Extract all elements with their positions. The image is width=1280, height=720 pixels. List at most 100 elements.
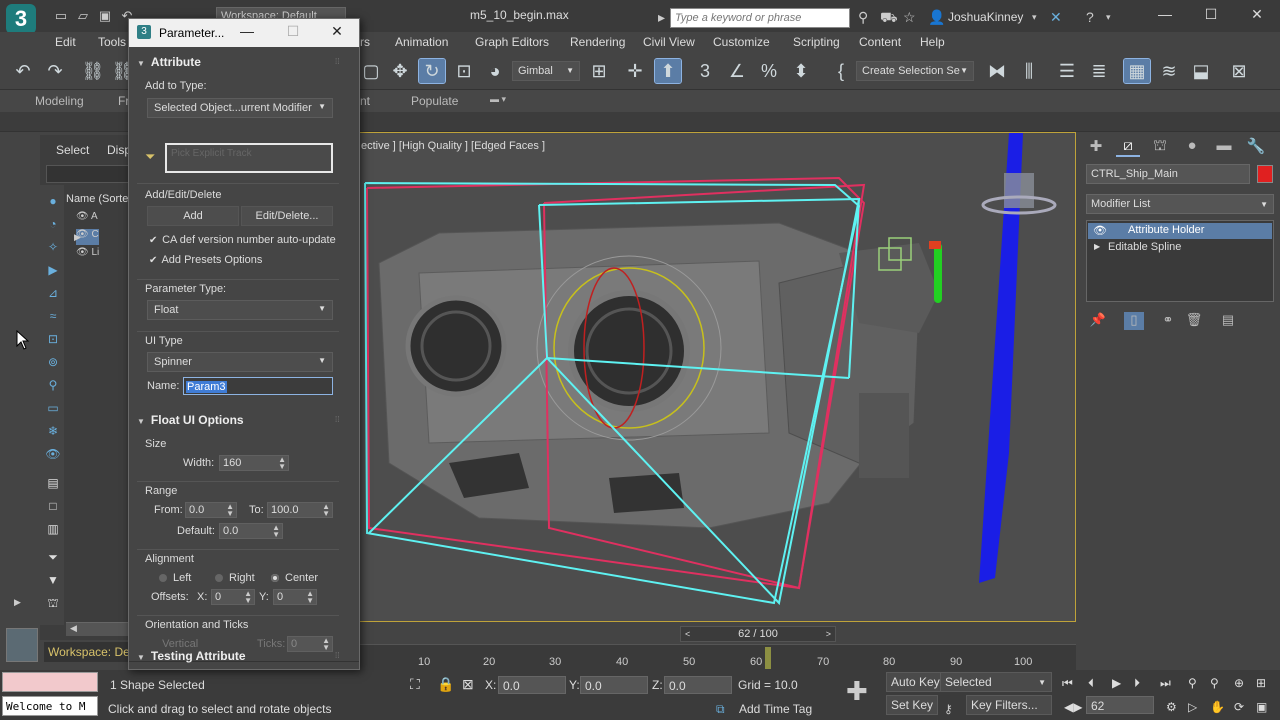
explorer-search-input[interactable] <box>46 165 130 183</box>
app-logo[interactable]: 3 <box>6 4 36 34</box>
key-icon[interactable]: ⚷ <box>944 702 953 716</box>
star-icon[interactable]: ☆ <box>903 9 916 26</box>
keyboard-shortcut-override-icon[interactable]: ⬆ <box>654 58 682 84</box>
create-tab-icon[interactable]: ✚ <box>1084 137 1108 157</box>
select-region-icon[interactable]: ▢ <box>358 59 384 83</box>
offset-y-spinner[interactable]: 0 ▲ ▼ <box>273 589 317 605</box>
explorer-tab-select[interactable]: Select <box>56 143 89 157</box>
pin-stack-icon[interactable]: 📌 <box>1088 312 1108 330</box>
z-coordinate-field[interactable]: 0.0 <box>664 676 732 694</box>
move-icon[interactable]: ✥ <box>387 59 413 83</box>
save-icon[interactable]: ▣ <box>96 8 114 24</box>
layer-explorer-icon[interactable]: ≣ <box>1086 59 1112 83</box>
container-icon[interactable]: ⛫ <box>45 595 61 611</box>
named-selection-icon[interactable]: { <box>828 59 854 83</box>
curve-editor-icon[interactable]: ≋ <box>1156 59 1182 83</box>
show-end-result-icon[interactable]: ▯ <box>1124 312 1144 330</box>
align-icon[interactable]: ⫼ <box>1016 59 1042 83</box>
modifier-list-dropdown[interactable]: Modifier List ▼ <box>1086 194 1274 214</box>
goto-end-icon[interactable]: ⏭ <box>1160 676 1171 691</box>
group-filter-icon[interactable]: ⊡ <box>45 331 61 347</box>
object-color-swatch[interactable] <box>1257 165 1273 183</box>
xref-filter-icon[interactable]: ⊚ <box>45 354 61 370</box>
configure-modifier-sets-icon[interactable]: ▤ <box>1218 312 1238 330</box>
filter-icon[interactable]: ⏷ <box>45 549 61 565</box>
motion-tab-icon[interactable]: ● <box>1180 137 1204 157</box>
dialog-close-button[interactable]: ✕ <box>325 23 349 43</box>
display-all-icon[interactable]: ▤ <box>45 475 61 491</box>
x-coordinate-field[interactable]: 0.0 <box>498 676 566 694</box>
light-filter-icon[interactable]: ✧ <box>45 239 61 255</box>
maxscript-mini-listener[interactable]: Welcome to M <box>2 696 98 716</box>
maxscript-listener[interactable] <box>2 672 98 692</box>
time-tag-icon[interactable]: ⧉ <box>716 702 725 717</box>
rotate-icon[interactable]: ↻ <box>418 58 446 84</box>
align-right-radio[interactable]: Right <box>215 572 255 584</box>
current-frame-field[interactable]: 62 <box>1086 696 1154 714</box>
maximize-viewport-icon[interactable]: ⊞ <box>1256 676 1266 690</box>
explorer-expand-icon[interactable]: ▶ <box>14 597 21 608</box>
spinner-arrows-icon[interactable]: ▲ ▼ <box>322 503 330 518</box>
minimize-button[interactable]: — <box>1150 6 1180 24</box>
to-spinner[interactable]: 100.0 ▲ ▼ <box>267 502 333 518</box>
play-icon[interactable]: ▶ <box>1112 676 1121 690</box>
eye-icon[interactable]: 👁 <box>76 211 89 222</box>
spinner-arrows-icon[interactable]: ▲ ▼ <box>278 456 286 471</box>
help-dropdown-icon[interactable]: ▾ <box>1106 12 1111 23</box>
add-to-type-dropdown[interactable]: Selected Object...urrent Modifier ▼ <box>147 98 333 118</box>
ribbon-tab-object-paint[interactable]: nt <box>360 94 370 108</box>
ribbon-tab-populate[interactable]: Populate <box>411 94 458 108</box>
undo-icon[interactable]: ↶ <box>10 59 36 83</box>
from-spinner[interactable]: 0.0 ▲ ▼ <box>185 502 237 518</box>
menu-edit[interactable]: Edit <box>55 35 76 49</box>
dialog-title-bar[interactable]: 3 Parameter... — ☐ ✕ <box>129 19 359 47</box>
orbit-icon[interactable]: ⊕ <box>1234 676 1244 690</box>
walkthrough-icon[interactable]: ⟳ <box>1234 700 1244 714</box>
key-mode-toggle-icon[interactable]: ◀▶ <box>1064 700 1082 714</box>
cart-icon[interactable]: ⛟ <box>880 9 898 28</box>
workspace-label[interactable]: Workspace: Default <box>44 642 130 662</box>
add-time-tag[interactable]: Add Time Tag <box>739 702 812 716</box>
add-button[interactable]: Add <box>147 206 239 226</box>
align-left-radio[interactable]: Left <box>159 572 191 584</box>
explorer-horizontal-scrollbar[interactable]: ◀ <box>66 622 128 636</box>
explorer-row[interactable]: 👁 Li <box>76 247 99 263</box>
parameter-type-dropdown[interactable]: Float ▼ <box>147 300 333 320</box>
menu-content[interactable]: Content <box>859 35 901 49</box>
geometry-filter-icon[interactable]: ● <box>45 193 61 209</box>
default-spinner[interactable]: 0.0 ▲ ▼ <box>219 523 283 539</box>
time-slider[interactable]: < 62 / 100 > <box>680 626 836 642</box>
edit-delete-button[interactable]: Edit/Delete... <box>241 206 333 226</box>
menu-graph-editors[interactable]: Graph Editors <box>475 35 549 49</box>
helper-filter-icon[interactable]: ⊿ <box>45 285 61 301</box>
binoculars-icon[interactable]: ⚲ <box>858 9 868 26</box>
eye-icon[interactable]: 👁 <box>76 247 89 258</box>
user-dropdown-icon[interactable]: ▾ <box>1032 12 1037 23</box>
menu-scripting[interactable]: Scripting <box>793 35 840 49</box>
object-name-field[interactable]: CTRL_Ship_Main <box>1086 164 1250 184</box>
hidden-filter-icon[interactable]: 👁 <box>45 446 61 462</box>
close-window-button[interactable]: ✕ <box>1242 6 1272 24</box>
snap-3d-icon[interactable]: 3 <box>692 59 718 83</box>
spacewarp-filter-icon[interactable]: ≈ <box>45 308 61 324</box>
key-filters-button[interactable]: Key Filters... <box>966 695 1052 715</box>
width-spinner[interactable]: 160 ▲ ▼ <box>219 455 289 471</box>
stack-item-editable-spline[interactable]: ▶ Editable Spline <box>1088 240 1272 256</box>
presets-checkbox[interactable]: ✔ Add Presets Options <box>149 254 262 266</box>
timeline[interactable]: 10 20 30 40 50 60 70 80 90 100 <box>358 644 1076 670</box>
link-icon[interactable]: ⛓ <box>80 59 106 83</box>
utilities-tab-icon[interactable]: 🔧 <box>1244 137 1268 157</box>
stack-item-attribute-holder[interactable]: 👁 Attribute Holder <box>1088 223 1272 239</box>
rollout-grip-icon[interactable]: ⁞⁞ <box>335 651 339 660</box>
isolate-icon[interactable]: ⛶ <box>410 676 420 693</box>
exchange-icon[interactable]: ✕ <box>1050 9 1062 26</box>
help-icon[interactable]: ? <box>1086 9 1094 25</box>
pivot-center-icon[interactable]: ⊞ <box>586 59 612 83</box>
set-key-plus-icon[interactable]: ✚ <box>846 676 868 707</box>
selection-set-dropdown[interactable]: Create Selection Se ▼ <box>856 61 974 81</box>
eye-icon[interactable]: 👁 <box>1093 224 1107 237</box>
goto-start-icon[interactable]: ⏮ <box>1062 676 1073 691</box>
spinner-snap-icon[interactable]: ⬍ <box>788 59 814 83</box>
auto-key-button[interactable]: Auto Key <box>886 672 945 692</box>
dialog-minimize-button[interactable]: — <box>235 23 259 43</box>
